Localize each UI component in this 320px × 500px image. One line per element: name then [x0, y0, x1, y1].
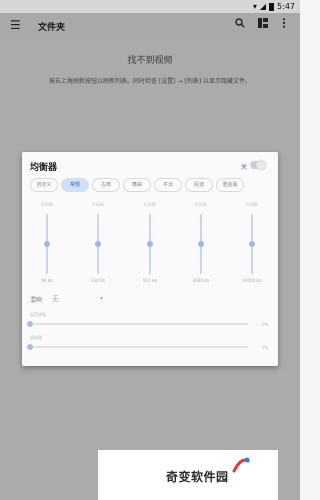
status-time: 5:47: [277, 2, 295, 11]
preset-chip[interactable]: 舞曲: [123, 178, 151, 192]
band-slider-thumb[interactable]: [198, 241, 204, 247]
bass-boost-track[interactable]: [30, 323, 248, 325]
eq-band: 0.0dB 230 Hz: [83, 202, 113, 292]
reverb-select[interactable]: 无: [52, 294, 59, 304]
watermark-text: 奇变软件园: [166, 470, 229, 484]
equalizer-dialog: 均衡器 关 自定义 常规 古典 舞曲 平淡 民谣 重金属 0.0dB 60 Hz 0.0dB…: [22, 152, 278, 366]
virtualizer-value: 0%: [262, 345, 269, 350]
equalizer-toggle[interactable]: [250, 160, 266, 170]
preset-chip[interactable]: 古典: [92, 178, 120, 192]
band-freq-label: 3600 Hz: [192, 278, 210, 283]
signal-icon: ◢: [259, 2, 267, 11]
virtualizer-track[interactable]: [30, 346, 248, 348]
band-freq-label: 60 Hz: [41, 278, 53, 283]
band-db-label: 0.0dB: [195, 202, 207, 207]
bass-boost-thumb[interactable]: [27, 321, 33, 327]
equalizer-title: 均衡器: [30, 163, 58, 173]
band-slider-thumb[interactable]: [44, 241, 50, 247]
reverb-label: 混响: [30, 297, 43, 304]
bass-boost-value: 0%: [262, 322, 269, 327]
band-slider-thumb[interactable]: [95, 241, 101, 247]
band-db-label: 0.0dB: [41, 202, 53, 207]
equalizer-toggle-label: 关: [241, 164, 248, 171]
watermark-logo-icon: [232, 457, 250, 473]
battery-icon: [269, 2, 275, 11]
preset-list: 自定义 常规 古典 舞曲 平淡 民谣 重金属: [30, 178, 278, 192]
band-slider-thumb[interactable]: [147, 241, 153, 247]
wifi-icon: ▾: [252, 2, 257, 11]
virtualizer-thumb[interactable]: [27, 344, 33, 350]
band-db-label: 0.0dB: [92, 202, 104, 207]
eq-band: 0.0dB 3600 Hz: [186, 202, 216, 292]
chevron-down-icon[interactable]: ▾: [100, 295, 103, 302]
toggle-knob: [256, 160, 266, 170]
eq-band: 0.0dB 14000 Hz: [237, 202, 267, 292]
bass-boost-label: 低音增强: [30, 312, 46, 317]
eq-band: 0.0dB 60 Hz: [32, 202, 62, 292]
band-freq-label: 14000 Hz: [242, 278, 262, 283]
band-freq-label: 910 Hz: [142, 278, 157, 283]
virtualizer-label: 虚拟器: [30, 335, 42, 340]
band-freq-label: 230 Hz: [90, 278, 105, 283]
preset-chip[interactable]: 自定义: [30, 178, 58, 192]
preset-chip[interactable]: 平淡: [154, 178, 182, 192]
band-db-label: 0.0dB: [246, 202, 258, 207]
status-bar: ▾ ◢ 5:47: [0, 0, 300, 13]
band-db-label: 0.0dB: [144, 202, 156, 207]
preset-chip[interactable]: 民谣: [185, 178, 213, 192]
eq-band: 0.0dB 910 Hz: [135, 202, 165, 292]
preset-chip[interactable]: 常规: [61, 178, 89, 192]
status-bar-right: ▾ ◢ 5:47: [253, 1, 295, 12]
band-slider-thumb[interactable]: [249, 241, 255, 247]
preset-chip[interactable]: 重金属: [216, 178, 244, 192]
